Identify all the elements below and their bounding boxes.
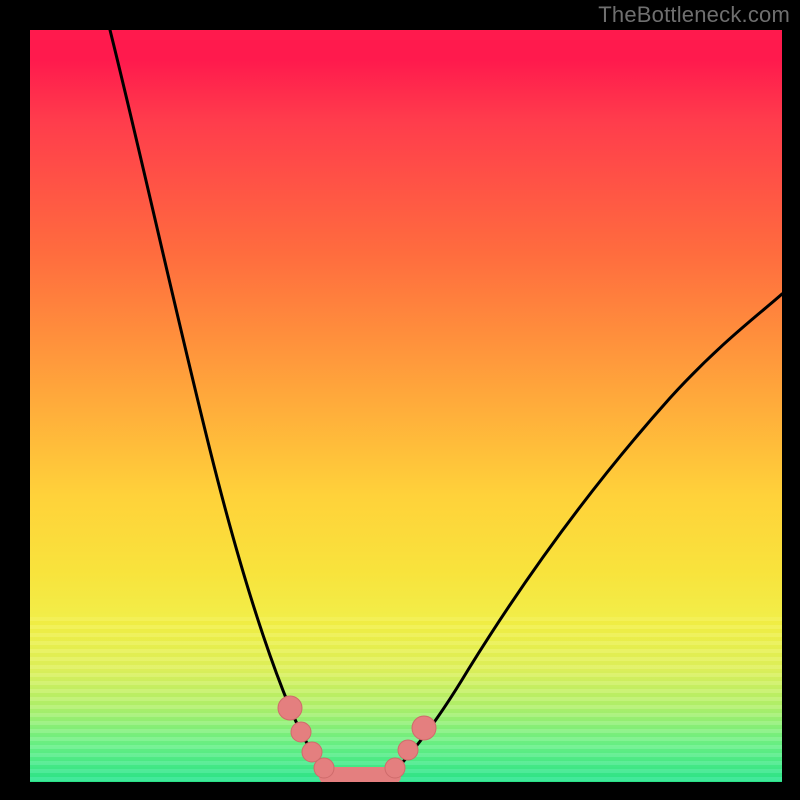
- bead-marker: [291, 722, 311, 742]
- curve-layer: [30, 30, 782, 782]
- watermark-text: TheBottleneck.com: [598, 2, 790, 28]
- right-branch-line: [386, 294, 782, 778]
- bead-marker: [412, 716, 436, 740]
- bead-marker: [385, 758, 405, 778]
- bead-marker: [314, 758, 334, 778]
- left-branch-line: [110, 30, 336, 778]
- plot-area: [30, 30, 782, 782]
- chart-container: TheBottleneck.com: [0, 0, 800, 800]
- bead-marker: [278, 696, 302, 720]
- bead-marker: [398, 740, 418, 760]
